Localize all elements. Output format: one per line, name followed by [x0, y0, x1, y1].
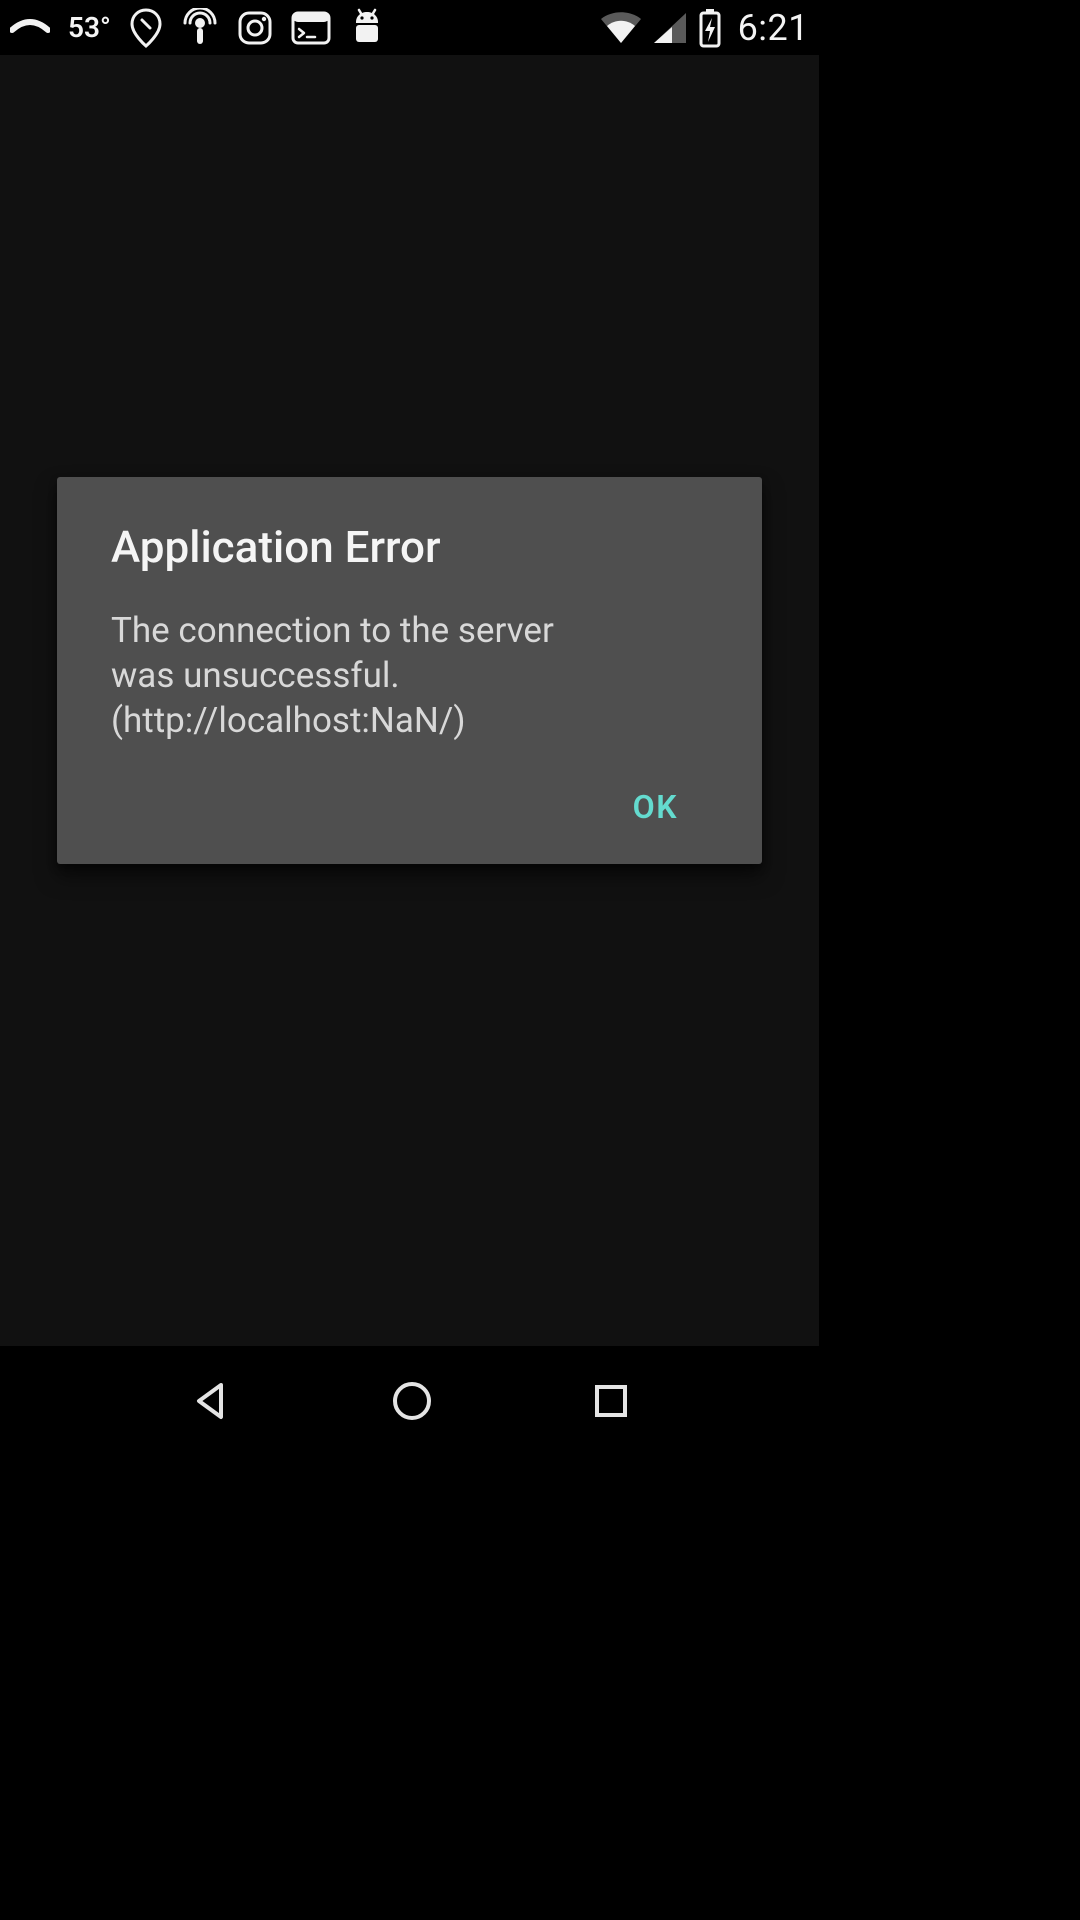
navigation-bar	[0, 1346, 819, 1456]
recents-button[interactable]	[591, 1381, 631, 1421]
battery-charging-icon	[698, 8, 722, 48]
home-button[interactable]	[390, 1379, 434, 1423]
status-temperature: 53°	[68, 11, 111, 44]
wifi-icon	[600, 11, 642, 45]
back-button[interactable]	[189, 1379, 233, 1423]
signal-arc-icon	[10, 18, 50, 38]
android-icon	[349, 8, 385, 48]
dialog-title: Application Error	[111, 521, 708, 573]
status-bar: 53°	[0, 0, 819, 55]
podcast-icon	[181, 8, 219, 48]
error-dialog: Application Error The connection to the …	[57, 477, 762, 863]
terminal-icon	[291, 11, 331, 45]
dialog-actions: OK	[111, 778, 708, 836]
location-icon	[129, 8, 163, 48]
ok-button[interactable]: OK	[613, 778, 698, 836]
app-content: Application Error The connection to the …	[0, 55, 819, 1346]
cell-signal-icon	[652, 11, 688, 45]
status-clock: 6:21	[738, 7, 809, 49]
status-bar-right: 6:21	[600, 7, 809, 49]
instagram-icon	[237, 10, 273, 46]
status-bar-left: 53°	[10, 8, 385, 48]
dialog-message: The connection to the server was unsucce…	[111, 609, 611, 743]
